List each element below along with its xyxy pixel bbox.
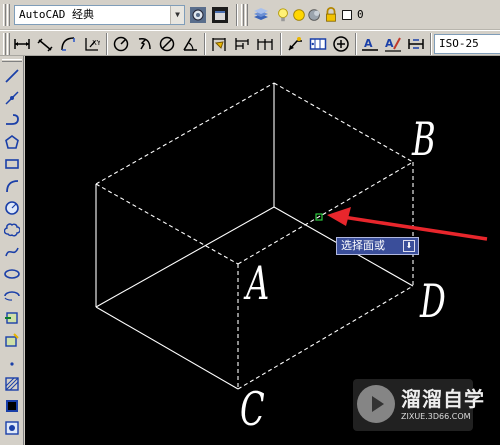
toolbar-grip[interactable]: [2, 59, 22, 62]
vertex-label-b: B: [412, 112, 436, 166]
arrow-down-icon[interactable]: ⬇: [403, 240, 415, 252]
ellipse-arc-icon[interactable]: [1, 286, 23, 306]
layer-viewport-icon[interactable]: [307, 4, 323, 26]
edge-dashed: [95, 183, 239, 265]
polygon-icon[interactable]: [1, 132, 23, 152]
edge-solid: [95, 306, 239, 390]
vertex-label-c: C: [240, 382, 265, 436]
watermark-url: ZIXUE.3D66.COM: [401, 412, 471, 421]
dimension-toolbar: XY A A ISO-25: [0, 30, 500, 56]
toolbar-grip[interactable]: [7, 4, 10, 26]
make-block-icon[interactable]: [1, 330, 23, 350]
dim-update-icon[interactable]: [405, 33, 427, 55]
workspace-settings-icon[interactable]: [187, 4, 209, 26]
revision-cloud-icon[interactable]: [1, 220, 23, 240]
ellipse-icon[interactable]: [1, 264, 23, 284]
bulb-on-icon[interactable]: [275, 4, 291, 26]
draw-toolbar: [0, 56, 24, 445]
toolbar-grip[interactable]: [7, 33, 10, 55]
center-mark-icon[interactable]: [330, 33, 352, 55]
line-icon[interactable]: [1, 66, 23, 86]
toolbar-grip[interactable]: [245, 4, 248, 26]
gradient-icon[interactable]: [1, 396, 23, 416]
polyline-icon[interactable]: [1, 110, 23, 130]
spline-icon[interactable]: [1, 242, 23, 262]
toolbar-grip[interactable]: [3, 4, 6, 26]
toolbar-grip[interactable]: [241, 4, 244, 26]
radius-dim-icon[interactable]: [110, 33, 132, 55]
workspace-value: AutoCAD 经典: [19, 8, 94, 21]
hatch-icon[interactable]: [1, 374, 23, 394]
workspace-combo[interactable]: AutoCAD 经典 ▼: [14, 5, 185, 25]
jogged-dim-icon[interactable]: [133, 33, 155, 55]
workspaces-toolbar: AutoCAD 经典 ▼ 0: [0, 0, 500, 30]
svg-text:XY: XY: [92, 39, 100, 47]
play-logo-icon: [357, 385, 395, 423]
baseline-dim-icon[interactable]: [231, 33, 253, 55]
arc-icon[interactable]: [1, 176, 23, 196]
dynamic-input-tooltip[interactable]: 选择面或 ⬇: [336, 237, 419, 255]
angular-dim-icon[interactable]: [179, 33, 201, 55]
quick-dim-icon[interactable]: [208, 33, 230, 55]
tooltip-text: 选择面或: [341, 239, 385, 252]
watermark: 溜溜自学 ZIXUE.3D66.COM: [353, 379, 484, 431]
construction-line-icon[interactable]: [1, 88, 23, 108]
aligned-dim-icon[interactable]: [34, 33, 56, 55]
edge-dashed: [273, 82, 414, 163]
lock-icon[interactable]: [323, 4, 339, 26]
svg-text:A: A: [364, 37, 373, 50]
vertex-label-a: A: [246, 256, 270, 310]
quick-leader-icon[interactable]: [284, 33, 306, 55]
svg-text:A: A: [385, 37, 394, 50]
circle-icon[interactable]: [1, 198, 23, 218]
dim-text-edit-icon[interactable]: A: [382, 33, 404, 55]
edge-dashed: [95, 82, 275, 185]
color-square-icon: [339, 4, 355, 26]
vertex-label-d: D: [420, 274, 446, 328]
drawing-area[interactable]: A B C D 选择面或 ⬇ 溜溜自学 ZIXUE.3D66.COM: [25, 56, 500, 445]
tolerance-icon[interactable]: [307, 33, 329, 55]
layer-manager-icon[interactable]: [250, 4, 272, 26]
toolbar-grip[interactable]: [3, 33, 6, 55]
dimstyle-value: ISO-25: [439, 37, 479, 50]
region-icon[interactable]: [1, 418, 23, 438]
ordinate-dim-icon[interactable]: XY: [80, 33, 102, 55]
diameter-dim-icon[interactable]: [156, 33, 178, 55]
linear-dim-icon[interactable]: [11, 33, 33, 55]
sun-freeze-icon[interactable]: [291, 4, 307, 26]
watermark-title: 溜溜自学: [401, 387, 485, 411]
arc-length-icon[interactable]: [57, 33, 79, 55]
dim-edit-icon[interactable]: A: [359, 33, 381, 55]
insert-block-icon[interactable]: [1, 308, 23, 328]
rectangle-icon[interactable]: [1, 154, 23, 174]
layer-value[interactable]: 0: [357, 8, 364, 21]
point-icon[interactable]: [1, 352, 23, 372]
annotation-arrow: [327, 207, 488, 241]
continue-dim-icon[interactable]: [254, 33, 276, 55]
dimstyle-combo[interactable]: ISO-25: [434, 34, 500, 54]
my-workspace-icon[interactable]: [209, 4, 231, 26]
chevron-down-icon[interactable]: ▼: [170, 6, 184, 24]
